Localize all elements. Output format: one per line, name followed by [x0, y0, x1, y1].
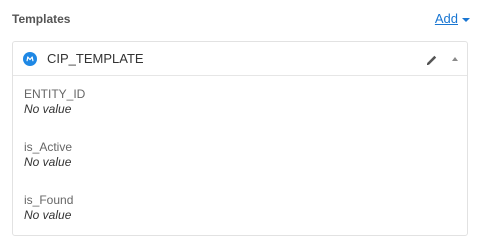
field-label: is_Found — [24, 193, 74, 207]
field-is-active: is_Active No value — [24, 140, 444, 170]
add-link-label[interactable]: Add — [435, 10, 458, 28]
template-type-badge-icon — [23, 52, 37, 66]
templates-section-header: Templates Add — [12, 10, 470, 30]
add-dropdown-caret-icon[interactable] — [462, 18, 470, 22]
add-template-button[interactable]: Add — [435, 10, 470, 28]
caret-up-icon[interactable] — [449, 53, 461, 65]
field-value: No value — [24, 208, 72, 222]
field-is-found: is_Found No value — [24, 193, 444, 223]
template-card: CIP_TEMPLATE ENTITY_ID No value is_Activ… — [12, 41, 468, 236]
pencil-icon[interactable] — [425, 53, 439, 67]
section-title: Templates — [12, 12, 71, 26]
field-value: No value — [24, 155, 72, 169]
field-label: ENTITY_ID — [24, 87, 86, 101]
field-label: is_Active — [24, 140, 73, 154]
template-card-header[interactable]: CIP_TEMPLATE — [13, 42, 467, 76]
field-value: No value — [24, 102, 72, 116]
template-name: CIP_TEMPLATE — [47, 51, 144, 66]
field-entity-id: ENTITY_ID No value — [24, 87, 444, 117]
